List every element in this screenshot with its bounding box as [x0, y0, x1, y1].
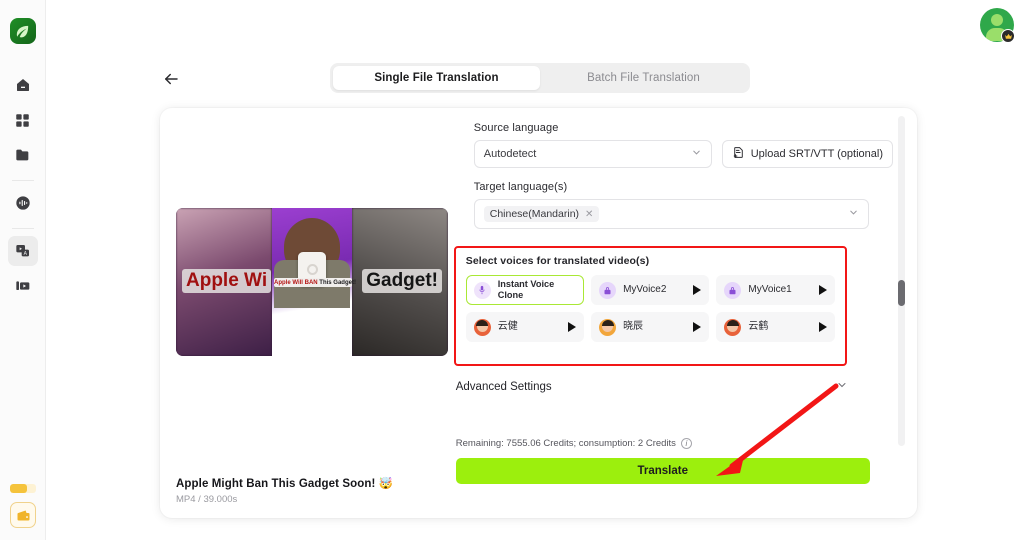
file-meta: MP4 / 39.000s [176, 494, 237, 505]
sidebar-nav: A [0, 70, 45, 306]
tab-batch-file-translation[interactable]: Batch File Translation [540, 66, 747, 90]
advanced-settings-toggle[interactable]: Advanced Settings [456, 379, 848, 394]
voice-card-label: 云鹤 [748, 321, 811, 333]
chevron-down-icon [848, 207, 859, 221]
tab-single-file-translation[interactable]: Single File Translation [333, 66, 540, 90]
file-preview-pane: Apple Wi Gadget! Apple Will BAN This Gad… [160, 108, 452, 518]
upload-srt-vtt-label: Upload SRT/VTT (optional) [751, 148, 883, 160]
credits-status: Remaining: 7555.06 Credits; consumption:… [456, 438, 692, 449]
info-icon[interactable]: i [681, 438, 692, 449]
voice-selection-section: Select voices for translated video(s) In… [454, 246, 847, 366]
voice-card-label: MyVoice2 [623, 284, 686, 296]
sidebar-item-files[interactable] [8, 140, 38, 170]
source-language-select[interactable]: Autodetect [474, 140, 712, 168]
sidebar-footer [0, 484, 46, 528]
thumbnail-overlay-dark: This Gadget! [318, 280, 356, 286]
voice-card-yunjian[interactable]: 云健 [466, 312, 584, 342]
sidebar-item-home[interactable] [8, 70, 38, 100]
voice-card-myvoice2[interactable]: MyVoice2 [591, 275, 709, 305]
settings-pane: Source language Autodetect Upload SRT/VT… [452, 108, 917, 518]
translation-mode-tabs: Single File Translation Batch File Trans… [330, 63, 750, 93]
credit-progress-bar [10, 484, 36, 493]
crown-badge-icon [1001, 29, 1015, 43]
target-language-label: Target language(s) [474, 181, 893, 193]
avatar[interactable] [980, 8, 1014, 42]
file-title: Apple Might Ban This Gadget Soon! 🤯 [176, 476, 393, 490]
advanced-settings-label: Advanced Settings [456, 381, 552, 393]
source-language-row: Autodetect Upload SRT/VTT (optional) [474, 140, 893, 168]
play-icon[interactable] [568, 322, 576, 332]
voice-card-yunhe[interactable]: 云鹤 [716, 312, 834, 342]
target-language-chip[interactable]: Chinese(Mandarin) ✕ [484, 206, 600, 222]
voice-card-label: 云健 [498, 321, 561, 333]
source-language-value: Autodetect [484, 148, 537, 160]
chevron-down-icon [691, 147, 702, 161]
thumbnail-caption-left: Apple Wi [182, 269, 271, 293]
voice-card-instant-voice-clone[interactable]: Instant Voice Clone [466, 275, 584, 305]
thumbnail-overlay-caption: Apple Will BAN This Gadget! [274, 278, 352, 287]
credits-text: Remaining: 7555.06 Credits; consumption:… [456, 438, 676, 449]
target-language-select[interactable]: Chinese(Mandarin) ✕ [474, 199, 869, 229]
sidebar-item-video-translation[interactable]: A [8, 236, 38, 266]
sidebar-item-audio[interactable] [8, 188, 38, 218]
avatar-male-icon [724, 319, 741, 336]
sidebar-item-video-clips[interactable] [8, 271, 38, 301]
chevron-down-icon [836, 379, 848, 394]
upload-srt-vtt-button[interactable]: Upload SRT/VTT (optional) [722, 140, 893, 168]
vertical-scrollbar-thumb[interactable] [898, 280, 905, 306]
leaf-logo-icon[interactable] [10, 18, 36, 44]
voice-card-xiaochen[interactable]: 晓辰 [591, 312, 709, 342]
voice-section-title: Select voices for translated video(s) [466, 255, 835, 267]
source-language-label: Source language [474, 122, 893, 134]
play-icon[interactable] [819, 285, 827, 295]
translate-button[interactable]: Translate [456, 458, 870, 484]
wallet-icon[interactable] [10, 502, 36, 528]
target-language-chip-label: Chinese(Mandarin) [490, 208, 579, 220]
thumbnail-caption-right: Gadget! [362, 269, 442, 293]
voice-card-label: Instant Voice Clone [498, 279, 576, 301]
play-icon[interactable] [819, 322, 827, 332]
video-thumbnail[interactable]: Apple Wi Gadget! Apple Will BAN This Gad… [176, 208, 448, 356]
back-arrow-icon[interactable] [160, 68, 182, 90]
microphone-icon [474, 282, 491, 299]
sidebar-divider [12, 228, 34, 229]
translation-card: Apple Wi Gadget! Apple Will BAN This Gad… [160, 108, 917, 518]
avatar-male-icon [474, 319, 491, 336]
voice-grid: Instant Voice Clone MyVoice2 MyVoic [466, 275, 835, 342]
close-icon[interactable]: ✕ [585, 209, 593, 220]
sidebar-item-dashboard[interactable] [8, 105, 38, 135]
play-icon[interactable] [693, 285, 701, 295]
play-icon[interactable] [693, 322, 701, 332]
voice-card-label: MyVoice1 [748, 284, 811, 296]
voice-card-myvoice1[interactable]: MyVoice1 [716, 275, 834, 305]
sidebar-divider [12, 180, 34, 181]
left-sidebar: A [0, 0, 46, 540]
voice-card-label: 晓辰 [623, 321, 686, 333]
avatar-female-icon [599, 319, 616, 336]
document-upload-icon [732, 146, 745, 162]
thumbnail-overlay-red: Apple Will BAN [274, 280, 318, 286]
app-root: A Single File Translation Batch File Tra… [0, 0, 1024, 540]
lock-icon [599, 282, 616, 299]
lock-icon [724, 282, 741, 299]
